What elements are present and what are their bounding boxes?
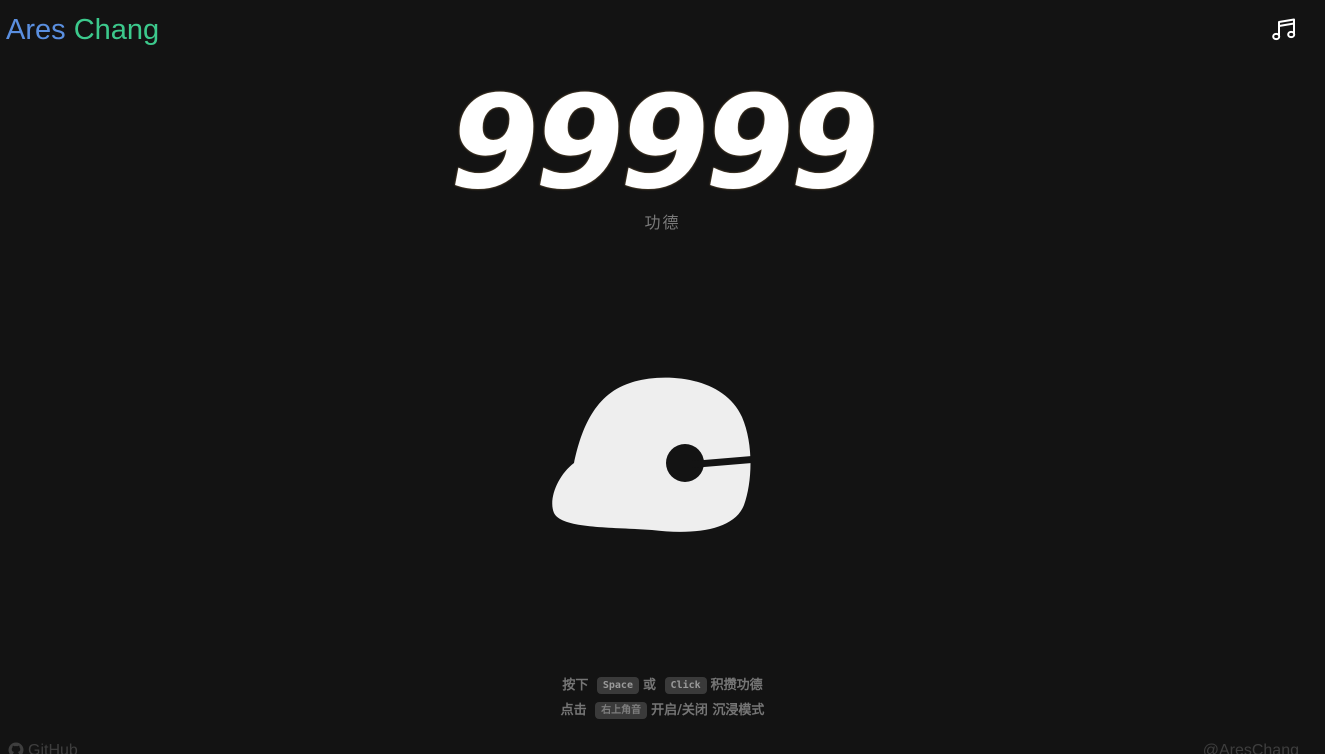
hint-toggle-label: 开启/关闭 沉浸模式 — [651, 703, 765, 718]
hint-click-label: 点击 — [560, 703, 587, 718]
click-key-badge: Click — [664, 677, 707, 694]
music-note-icon — [1272, 18, 1296, 41]
merit-counter: 99999 — [449, 69, 879, 218]
hint-action-label: 积攒功德 — [710, 678, 763, 693]
page: Ares Chang 99999 功德 按下 Space 或 Click 积攒功德 … — [0, 0, 1325, 754]
merit-label: 功德 — [644, 213, 681, 232]
brand-title[interactable]: Ares Chang — [6, 12, 159, 48]
brand-last-name: Chang — [73, 14, 160, 46]
hint-press-label: 按下 — [562, 678, 589, 693]
hint-line-immersive: 点击 右上角音 开启/关闭 沉浸模式 — [0, 699, 1325, 719]
top-right-badge: 右上角音 — [595, 702, 648, 719]
wooden-fish-button[interactable] — [552, 375, 752, 533]
hint-line-keys: 按下 Space 或 Click 积攒功德 — [0, 674, 1325, 694]
music-toggle-button[interactable] — [1270, 16, 1298, 44]
space-key-badge: Space — [596, 677, 639, 694]
hint-or-label: 或 — [642, 678, 656, 693]
wooden-fish-icon — [552, 377, 752, 532]
brand-first-name: Ares — [6, 14, 66, 46]
github-link[interactable]: GitHub — [8, 742, 78, 754]
github-icon — [8, 742, 24, 754]
author-link[interactable]: @AresChang — [1203, 742, 1299, 754]
github-label: GitHub — [28, 742, 78, 754]
